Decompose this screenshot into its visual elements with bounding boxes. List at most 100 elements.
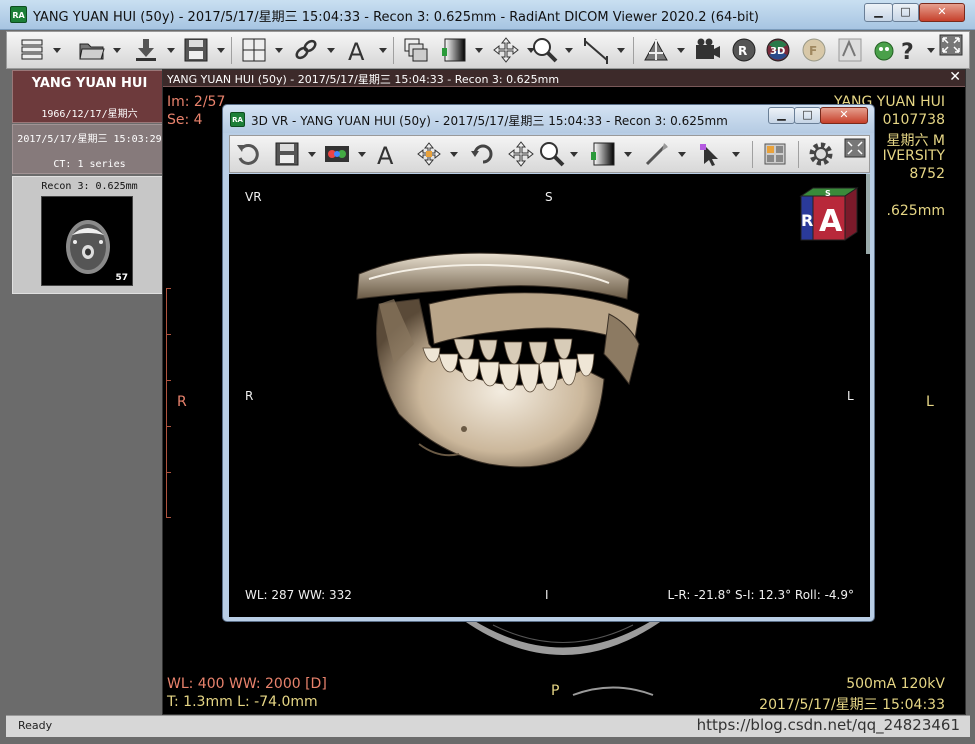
save-dropdown-icon[interactable] bbox=[217, 48, 225, 53]
vr-fullscreen-icon[interactable] bbox=[844, 138, 866, 158]
vr-title-bar[interactable]: RA 3D VR - YANG YUAN HUI (50y) - 2017/5/… bbox=[223, 105, 874, 133]
annotation-dropdown-icon[interactable] bbox=[379, 48, 387, 53]
patient-dob: 1966/12/17/星期六 bbox=[41, 109, 138, 120]
vr-zoom-dropdown-icon[interactable] bbox=[570, 152, 578, 157]
select-icon[interactable] bbox=[696, 140, 726, 168]
download-dropdown-icon[interactable] bbox=[167, 48, 175, 53]
open-dropdown-icon[interactable] bbox=[113, 48, 121, 53]
vr-window-level-icon[interactable] bbox=[588, 140, 618, 168]
vr-viewport[interactable]: VR S R L I WL: 287 WW: 332 L-R: -21.8° S… bbox=[229, 174, 870, 617]
fullscreen-icon[interactable] bbox=[939, 34, 963, 56]
move-3d-dropdown-icon[interactable] bbox=[450, 152, 458, 157]
open-folder-icon[interactable] bbox=[77, 36, 107, 64]
download-icon[interactable] bbox=[131, 36, 161, 64]
stack-icon[interactable] bbox=[401, 36, 431, 64]
patient-box[interactable]: YANG YUAN HUI 1966/12/17/星期六 bbox=[12, 70, 167, 123]
vr-window[interactable]: RA 3D VR - YANG YUAN HUI (50y) - 2017/5/… bbox=[222, 104, 875, 622]
minimize-button[interactable]: ▁ bbox=[864, 3, 893, 22]
3d-icon[interactable]: 3D bbox=[763, 36, 793, 64]
close-button[interactable]: ✕ bbox=[919, 3, 965, 22]
save-icon[interactable] bbox=[181, 36, 211, 64]
zoom-icon[interactable] bbox=[529, 36, 559, 64]
link-dropdown-icon[interactable] bbox=[327, 48, 335, 53]
viewport-close-icon[interactable]: ✕ bbox=[949, 69, 961, 85]
vr-toolbar: A bbox=[229, 135, 870, 173]
main-title-bar[interactable]: RA YANG YUAN HUI (50y) - 2017/5/17/星期三 1… bbox=[0, 0, 975, 30]
study-datetime: 2017/5/17/星期三 15:03:29 bbox=[17, 134, 162, 145]
vr-app-icon: RA bbox=[230, 112, 245, 127]
overlay-study-number: 8752 bbox=[909, 166, 945, 182]
layout-dropdown-icon[interactable] bbox=[275, 48, 283, 53]
vr-close-button[interactable]: ✕ bbox=[820, 107, 868, 124]
presets-icon[interactable] bbox=[760, 140, 790, 168]
viewport-header: YANG YUAN HUI (50y) - 2017/5/17/星期三 15:0… bbox=[163, 69, 965, 87]
select-dropdown-icon[interactable] bbox=[732, 152, 740, 157]
help-dropdown-icon[interactable] bbox=[927, 48, 935, 53]
vr-corner-label: VR bbox=[245, 190, 262, 204]
orientation-cube[interactable]: A R S bbox=[797, 184, 861, 244]
menu-icon[interactable] bbox=[17, 36, 47, 64]
svg-text:A: A bbox=[377, 142, 394, 168]
video-icon[interactable] bbox=[693, 36, 723, 64]
vr-minimize-button[interactable]: ▁ bbox=[768, 107, 795, 124]
series-thumbnail-box[interactable]: Recon 3: 0.625mm 57 bbox=[12, 176, 167, 294]
vr-scrollbar[interactable] bbox=[866, 174, 870, 254]
window-title: YANG YUAN HUI (50y) - 2017/5/17/星期三 15:0… bbox=[33, 10, 759, 25]
fusion-icon[interactable]: F bbox=[799, 36, 829, 64]
image-number: Im: 2/57 bbox=[167, 94, 226, 110]
rotate-3d-icon[interactable] bbox=[468, 140, 498, 168]
series-number: Se: 4 bbox=[167, 112, 203, 128]
scalpel-dropdown-icon[interactable] bbox=[678, 152, 686, 157]
window-level-dropdown-icon[interactable] bbox=[475, 48, 483, 53]
mpr-r-icon[interactable]: R bbox=[729, 36, 759, 64]
vr-rotation-readout: L-R: -21.8° S-I: 12.3° Roll: -4.9° bbox=[667, 588, 854, 602]
svg-text:R: R bbox=[738, 44, 747, 58]
mpr-icon[interactable] bbox=[641, 36, 671, 64]
svg-text:F: F bbox=[809, 44, 817, 58]
vr-orientation-right: L bbox=[847, 389, 854, 403]
menu-dropdown-icon[interactable] bbox=[53, 48, 61, 53]
series-panel: YANG YUAN HUI 1966/12/17/星期六 2017/5/17/星… bbox=[6, 69, 167, 715]
window-level-icon[interactable] bbox=[439, 36, 469, 64]
link-icon[interactable] bbox=[291, 36, 321, 64]
vr-orientation-bottom: I bbox=[545, 588, 549, 602]
move-3d-icon[interactable] bbox=[414, 140, 444, 168]
scalpel-icon[interactable] bbox=[642, 140, 672, 168]
vr-window-level-readout: WL: 287 WW: 332 bbox=[245, 588, 352, 602]
overlay-patient-dob: 星期六 M bbox=[886, 133, 945, 149]
annotation-text-icon[interactable]: A bbox=[343, 36, 373, 66]
series-label: Recon 3: 0.625mm bbox=[41, 181, 138, 192]
maximize-button[interactable]: □ bbox=[892, 3, 919, 22]
thickness-location-readout: T: 1.3mm L: -74.0mm bbox=[167, 694, 318, 710]
mpr-dropdown-icon[interactable] bbox=[677, 48, 685, 53]
render-mode-icon[interactable] bbox=[322, 140, 352, 168]
overlay-recon: .625mm bbox=[886, 203, 945, 219]
3d-mandible-rendering bbox=[356, 252, 640, 468]
study-series-info: CT: 1 series bbox=[53, 159, 126, 170]
render-mode-dropdown-icon[interactable] bbox=[358, 152, 366, 157]
vr-save-icon[interactable] bbox=[272, 140, 302, 168]
vr-annotation-text-icon[interactable]: A bbox=[372, 140, 402, 170]
zoom-dropdown-icon[interactable] bbox=[565, 48, 573, 53]
vr-save-dropdown-icon[interactable] bbox=[308, 152, 316, 157]
flip-icon[interactable] bbox=[835, 36, 865, 64]
measure-dropdown-icon[interactable] bbox=[617, 48, 625, 53]
help-icon[interactable]: ? bbox=[895, 36, 925, 65]
pan-icon[interactable] bbox=[491, 36, 521, 64]
vr-orientation-top: S bbox=[545, 190, 553, 204]
rotate-icon[interactable] bbox=[234, 140, 264, 168]
svg-text:?: ? bbox=[901, 40, 914, 64]
measure-icon[interactable] bbox=[581, 36, 611, 64]
cube-front-label: A bbox=[819, 204, 843, 239]
settings-icon[interactable] bbox=[806, 140, 836, 168]
study-box[interactable]: 2017/5/17/星期三 15:03:29 CT: 1 series bbox=[12, 124, 167, 174]
vr-pan-icon[interactable] bbox=[506, 140, 536, 168]
ct-slice-fragment bbox=[463, 620, 663, 696]
vr-window-level-dropdown-icon[interactable] bbox=[624, 152, 632, 157]
vr-zoom-icon[interactable] bbox=[536, 140, 566, 168]
orientation-left: R bbox=[177, 394, 187, 410]
layout-icon[interactable] bbox=[239, 36, 269, 64]
exposure-readout: 500mA 120kV bbox=[846, 676, 945, 692]
vr-maximize-button[interactable]: □ bbox=[794, 107, 821, 124]
series-thumbnail[interactable]: 57 bbox=[41, 196, 133, 286]
